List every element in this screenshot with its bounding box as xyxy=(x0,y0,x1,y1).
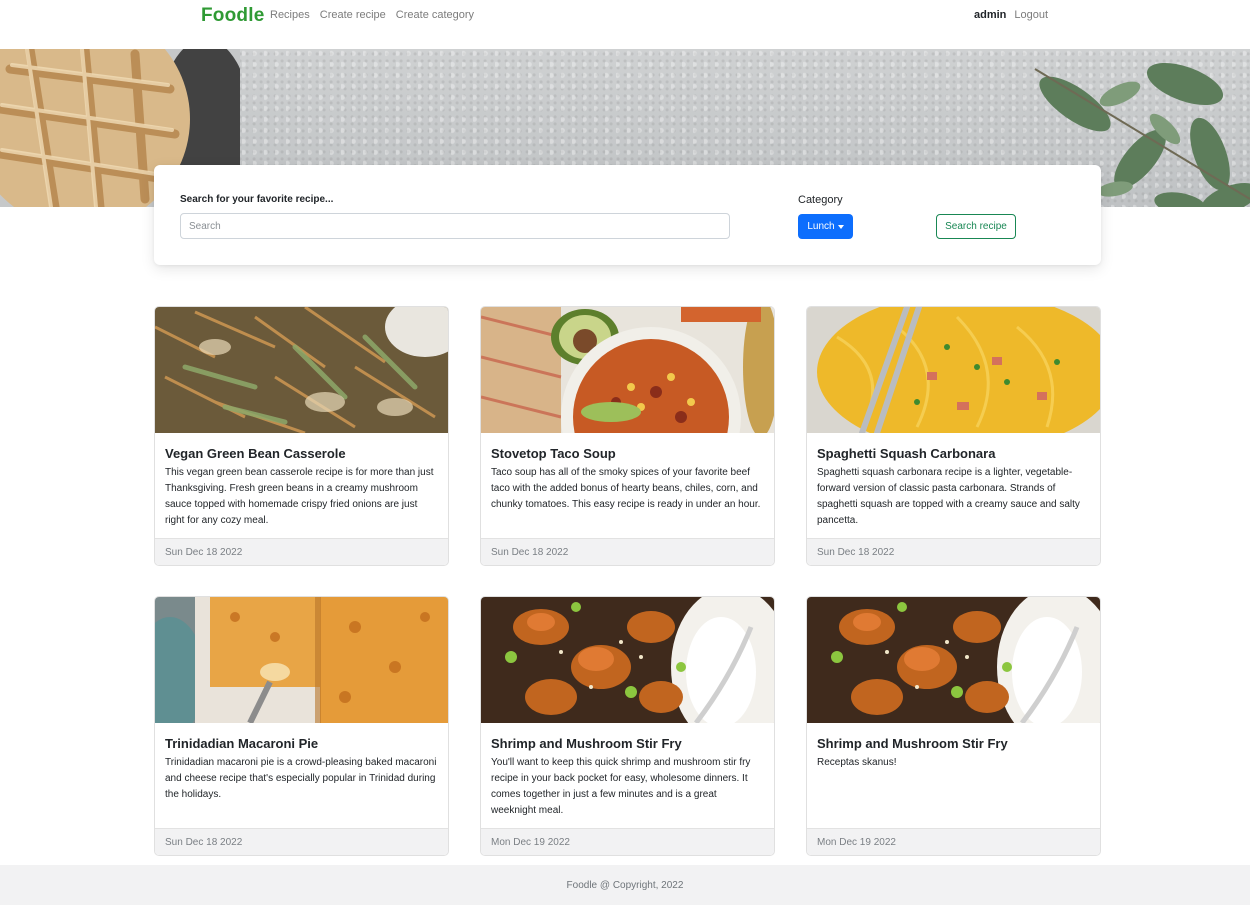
recipe-card[interactable]: Trinidadian Macaroni Pie Trinidadian mac… xyxy=(154,596,449,856)
category-dropdown[interactable]: Lunch xyxy=(798,214,853,239)
recipe-date: Mon Dec 19 2022 xyxy=(481,828,774,855)
nav-link-create-recipe[interactable]: Create recipe xyxy=(320,9,386,21)
search-card: Search for your favorite recipe... Categ… xyxy=(154,165,1101,265)
recipe-title: Spaghetti Squash Carbonara xyxy=(817,446,996,461)
green-bean-casserole-image xyxy=(155,307,448,433)
recipe-title: Trinidadian Macaroni Pie xyxy=(165,736,319,751)
recipe-description: This vegan green bean casserole recipe i… xyxy=(165,467,434,526)
search-label: Search for your favorite recipe... xyxy=(180,194,334,205)
nav-links: Recipes Create recipe Create category xyxy=(270,9,474,21)
recipe-date: Sun Dec 18 2022 xyxy=(481,538,774,565)
recipe-date: Mon Dec 19 2022 xyxy=(807,828,1100,855)
recipe-image xyxy=(481,307,774,433)
recipe-image xyxy=(155,597,448,723)
spaghetti-squash-image xyxy=(807,307,1100,433)
recipe-image xyxy=(155,307,448,433)
copyright-text: Foodle @ Copyright, 2022 xyxy=(566,879,684,891)
nav-user-area: admin Logout xyxy=(974,9,1048,21)
taco-soup-image xyxy=(481,307,774,433)
recipe-title: Shrimp and Mushroom Stir Fry xyxy=(491,736,682,751)
shrimp-stir-fry-image xyxy=(807,597,1100,723)
recipe-card[interactable]: Shrimp and Mushroom Stir Fry Receptas sk… xyxy=(806,596,1101,856)
page-footer: Foodle @ Copyright, 2022 xyxy=(0,865,1250,905)
recipe-card[interactable]: Stovetop Taco Soup Taco soup has all of … xyxy=(480,306,775,566)
recipe-description: Spaghetti squash carbonara recipe is a l… xyxy=(817,467,1080,526)
recipe-description: Taco soup has all of the smoky spices of… xyxy=(491,467,761,510)
nav-link-create-category[interactable]: Create category xyxy=(396,9,474,21)
brand-logo[interactable]: Foodle xyxy=(201,5,264,27)
recipe-card[interactable]: Spaghetti Squash Carbonara Spaghetti squ… xyxy=(806,306,1101,566)
recipe-date: Sun Dec 18 2022 xyxy=(807,538,1100,565)
recipe-image xyxy=(807,307,1100,433)
search-recipe-button[interactable]: Search recipe xyxy=(936,214,1016,239)
search-input[interactable] xyxy=(180,213,730,239)
shrimp-stir-fry-image xyxy=(481,597,774,723)
recipe-title: Shrimp and Mushroom Stir Fry xyxy=(817,736,1008,751)
username: admin xyxy=(974,9,1007,21)
recipe-title: Vegan Green Bean Casserole xyxy=(165,446,346,461)
recipe-date: Sun Dec 18 2022 xyxy=(155,538,448,565)
recipe-image xyxy=(807,597,1100,723)
category-selected: Lunch xyxy=(807,221,835,232)
logout-link[interactable]: Logout xyxy=(1014,9,1048,21)
recipe-date: Sun Dec 18 2022 xyxy=(155,828,448,855)
recipe-description: You'll want to keep this quick shrimp an… xyxy=(491,757,751,816)
recipe-card[interactable]: Vegan Green Bean Casserole This vegan gr… xyxy=(154,306,449,566)
recipe-image xyxy=(481,597,774,723)
recipe-title: Stovetop Taco Soup xyxy=(491,446,616,461)
category-label: Category xyxy=(798,194,843,206)
caret-down-icon xyxy=(837,225,844,229)
navbar: Foodle Recipes Create recipe Create cate… xyxy=(0,0,1250,32)
nav-link-recipes[interactable]: Recipes xyxy=(270,9,310,21)
recipe-description: Receptas skanus! xyxy=(817,757,897,768)
recipe-description: Trinidadian macaroni pie is a crowd-plea… xyxy=(165,757,437,800)
macaroni-pie-image xyxy=(155,597,448,723)
recipe-card[interactable]: Shrimp and Mushroom Stir Fry You'll want… xyxy=(480,596,775,856)
